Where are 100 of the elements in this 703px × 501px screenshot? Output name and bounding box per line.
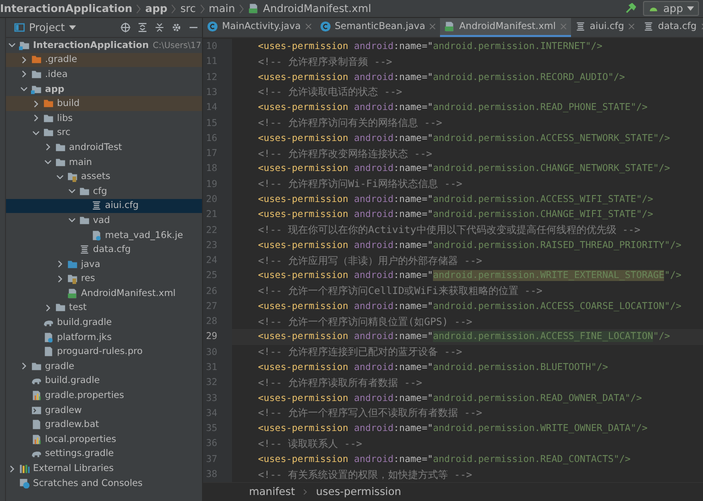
tree-item[interactable]: proguard-rules.pro (6, 344, 202, 360)
caret-icon (68, 25, 76, 30)
tree-item[interactable]: local.properties (6, 432, 202, 447)
tree-item[interactable]: gradle (6, 359, 202, 374)
tree-item[interactable]: Scratches and Consoles (6, 476, 202, 490)
folder-icon (19, 40, 30, 51)
hammer-icon[interactable] (625, 3, 636, 14)
chevron-down-icon[interactable] (32, 128, 40, 137)
breadcrumb-item[interactable]: manifest (249, 486, 295, 498)
close-icon[interactable] (429, 23, 436, 30)
editor-tab[interactable]: aiui.cfg (570, 18, 640, 37)
code-comment: <!-- 允许一个程序访问精良位置(如GPS) --> (258, 316, 472, 329)
chevron-right-icon[interactable] (56, 260, 64, 268)
code-comment: <!-- 读取联系人 --> (258, 438, 362, 451)
chevron-down-icon[interactable] (56, 172, 64, 181)
tree-item[interactable]: gradle.properties (6, 388, 202, 403)
tree-item[interactable]: build (6, 96, 202, 111)
tree-item[interactable]: vad (6, 213, 202, 228)
editor-tab[interactable]: data.cfg (639, 18, 703, 37)
tree-item[interactable]: data.cfg (6, 242, 202, 257)
close-icon[interactable] (304, 23, 312, 30)
tree-item[interactable]: platform.jks (6, 330, 202, 344)
tree-item[interactable]: settings.gradle (6, 446, 202, 462)
code-line: <uses-permission android:name="android.permission.RAISED_THREAD_PRIORITY"/> (258, 240, 682, 251)
chevron-right-icon[interactable] (20, 70, 28, 78)
chevron-right-icon[interactable] (44, 304, 52, 312)
chevron-right-icon[interactable] (32, 114, 40, 122)
manifest-file-icon (444, 21, 456, 32)
text-file-icon (79, 244, 90, 256)
tree-item[interactable]: cfg (6, 184, 202, 199)
chevron-right-icon (171, 4, 176, 14)
folder-icon (67, 273, 78, 284)
tree-item[interactable]: androidTest (6, 140, 202, 155)
close-icon[interactable] (628, 23, 636, 30)
class-icon (320, 21, 331, 32)
breadcrumb-item[interactable]: main (208, 2, 236, 14)
tree-item[interactable]: meta_vad_16k.je (6, 228, 202, 242)
tree-item[interactable]: AndroidManifest.xml (6, 286, 202, 301)
chevron-down-icon[interactable] (68, 187, 76, 196)
chevron-right-icon[interactable] (8, 464, 16, 473)
breadcrumb-item[interactable]: AndroidManifest.xml (263, 2, 372, 14)
chevron-right-icon[interactable] (56, 274, 64, 283)
folder-icon (67, 258, 78, 270)
code-line: <uses-permission android:name="android.permission.INTERNET"/> (258, 41, 602, 52)
chevron-down-icon[interactable] (68, 216, 76, 224)
tree-item[interactable]: java (6, 256, 202, 272)
editor-tab[interactable]: AndroidManifest.xml (440, 18, 571, 37)
crosshair-icon[interactable] (120, 22, 131, 33)
tree-item[interactable]: aiui.cfg (6, 198, 202, 214)
run-configuration-dropdown[interactable]: app (643, 1, 699, 16)
project-path: C:\Users\17 (152, 40, 202, 50)
tree-item[interactable]: build.gradle (6, 374, 202, 388)
chevron-right-icon[interactable] (44, 143, 52, 152)
expand-all-icon[interactable] (137, 22, 148, 33)
tree-item[interactable]: main (6, 154, 202, 170)
tree-item[interactable]: InteractionApplication C:\Users\17 (6, 38, 202, 53)
tree-item[interactable]: External Libraries (6, 461, 202, 476)
chevron-right-icon (200, 4, 205, 14)
folder-icon (55, 302, 66, 314)
file-icon (43, 346, 54, 358)
tree-item[interactable]: res (6, 272, 202, 286)
chevron-down-icon[interactable] (8, 41, 16, 50)
chevron-right-icon[interactable] (32, 100, 40, 108)
settings-icon[interactable] (171, 22, 182, 33)
folder-icon (79, 214, 90, 226)
tree-item[interactable]: app (6, 82, 202, 96)
code-line: <uses-permission android:name="android.permission.READ_CONTACTS"/> (258, 454, 631, 465)
breadcrumb-item[interactable]: uses-permission (316, 486, 402, 498)
folder-icon (31, 360, 42, 372)
folder-icon (31, 68, 42, 80)
code-comment: <!-- 允许一个程序访问CellID或WiFi来获取粗略的位置 --> (258, 284, 542, 298)
chevron-down-icon[interactable] (44, 158, 52, 166)
tree-item[interactable]: build.gradle (6, 315, 202, 330)
tree-item[interactable]: gradlew.bat (6, 417, 202, 432)
editor-tab[interactable]: MainActivity.java (203, 18, 316, 37)
tree-item[interactable]: src (6, 126, 202, 140)
breadcrumb-item[interactable]: app (145, 2, 168, 14)
tree-item[interactable]: .gradle (6, 52, 202, 68)
manifest-file-icon (67, 288, 78, 299)
terminal-file-icon (31, 404, 42, 416)
tree-item[interactable]: .idea (6, 67, 202, 82)
tree-item[interactable]: assets (6, 169, 202, 184)
code-comment: <!-- 允许程序录制音频 --> (258, 56, 392, 69)
code-line: <uses-permission android:name="android.permission.CHANGE_WIFI_STATE"/> (258, 209, 654, 220)
chevron-right-icon[interactable] (20, 56, 28, 64)
tree-item[interactable]: test (6, 300, 202, 316)
project-view-dropdown[interactable]: Project (10, 22, 80, 34)
unknown-file-icon (43, 332, 54, 343)
folder-icon (67, 171, 78, 182)
collapse-all-icon[interactable] (154, 22, 165, 33)
chevron-right-icon[interactable] (20, 362, 28, 370)
code-comment: <!-- 有关系统设置的权限，如快捷方式等 --> (258, 468, 472, 482)
tree-item[interactable]: libs (6, 110, 202, 126)
folder-icon (79, 186, 90, 197)
breadcrumb-item[interactable]: InteractionApplication (0, 2, 132, 14)
editor-tab[interactable]: SemanticBean.java (316, 18, 440, 37)
tree-item[interactable]: gradlew (6, 402, 202, 418)
breadcrumb-item[interactable]: src (180, 2, 196, 14)
chevron-down-icon[interactable] (20, 85, 28, 94)
code-comment: <!-- 允许程序改变网络连接状态 --> (258, 148, 432, 161)
